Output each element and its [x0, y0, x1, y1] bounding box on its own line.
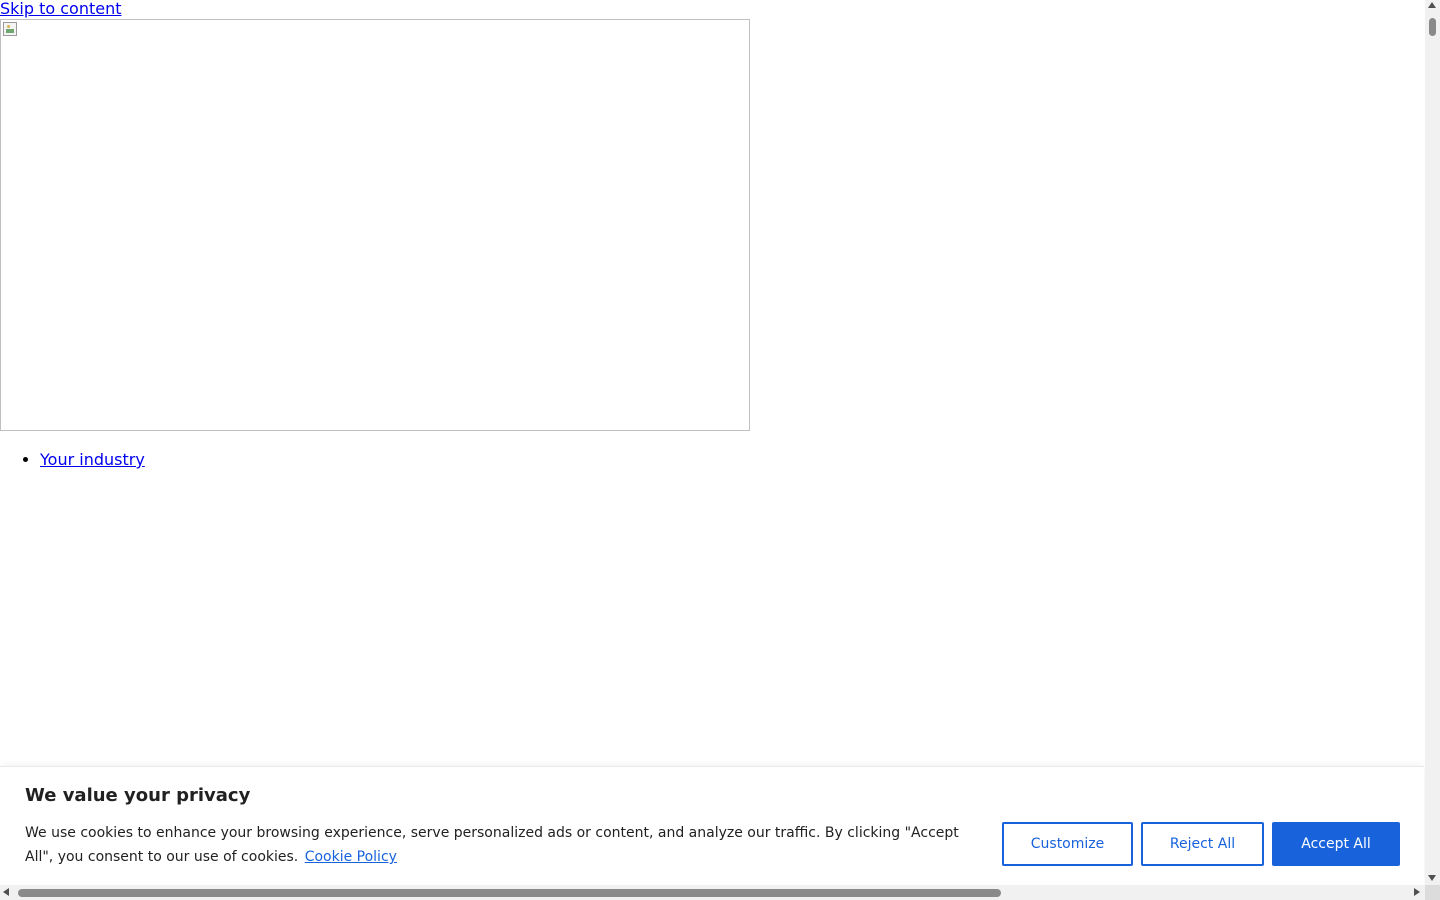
accept-all-button[interactable]: Accept All [1272, 822, 1400, 866]
cookie-banner-message: We use cookies to enhance your browsing … [25, 825, 959, 865]
vertical-scroll-thumb[interactable] [1429, 18, 1436, 36]
broken-image-icon [3, 22, 17, 36]
hero-image [0, 19, 750, 431]
main-nav: Your industry [0, 448, 145, 472]
scroll-left-arrow-icon[interactable] [3, 888, 9, 896]
horizontal-scrollbar[interactable] [0, 885, 1425, 900]
cookie-banner-title: We value your privacy [25, 785, 251, 806]
cookie-policy-link[interactable]: Cookie Policy [305, 849, 397, 865]
scroll-right-arrow-icon[interactable] [1414, 888, 1420, 896]
cookie-consent-banner: We value your privacy We use cookies to … [0, 766, 1424, 886]
horizontal-scroll-thumb[interactable] [18, 889, 1001, 897]
skip-to-content-link[interactable]: Skip to content [0, 0, 122, 18]
cookie-banner-text: We use cookies to enhance your browsing … [25, 821, 975, 869]
reject-all-button[interactable]: Reject All [1141, 822, 1264, 866]
nav-item-your-industry: Your industry [40, 448, 145, 472]
scroll-down-arrow-icon[interactable] [1428, 875, 1436, 881]
scrollbar-corner [1425, 885, 1440, 900]
scroll-up-arrow-icon[interactable] [1428, 2, 1436, 8]
nav-link-your-industry[interactable]: Your industry [40, 450, 145, 469]
customize-button[interactable]: Customize [1002, 822, 1133, 866]
vertical-scrollbar[interactable] [1425, 0, 1440, 885]
